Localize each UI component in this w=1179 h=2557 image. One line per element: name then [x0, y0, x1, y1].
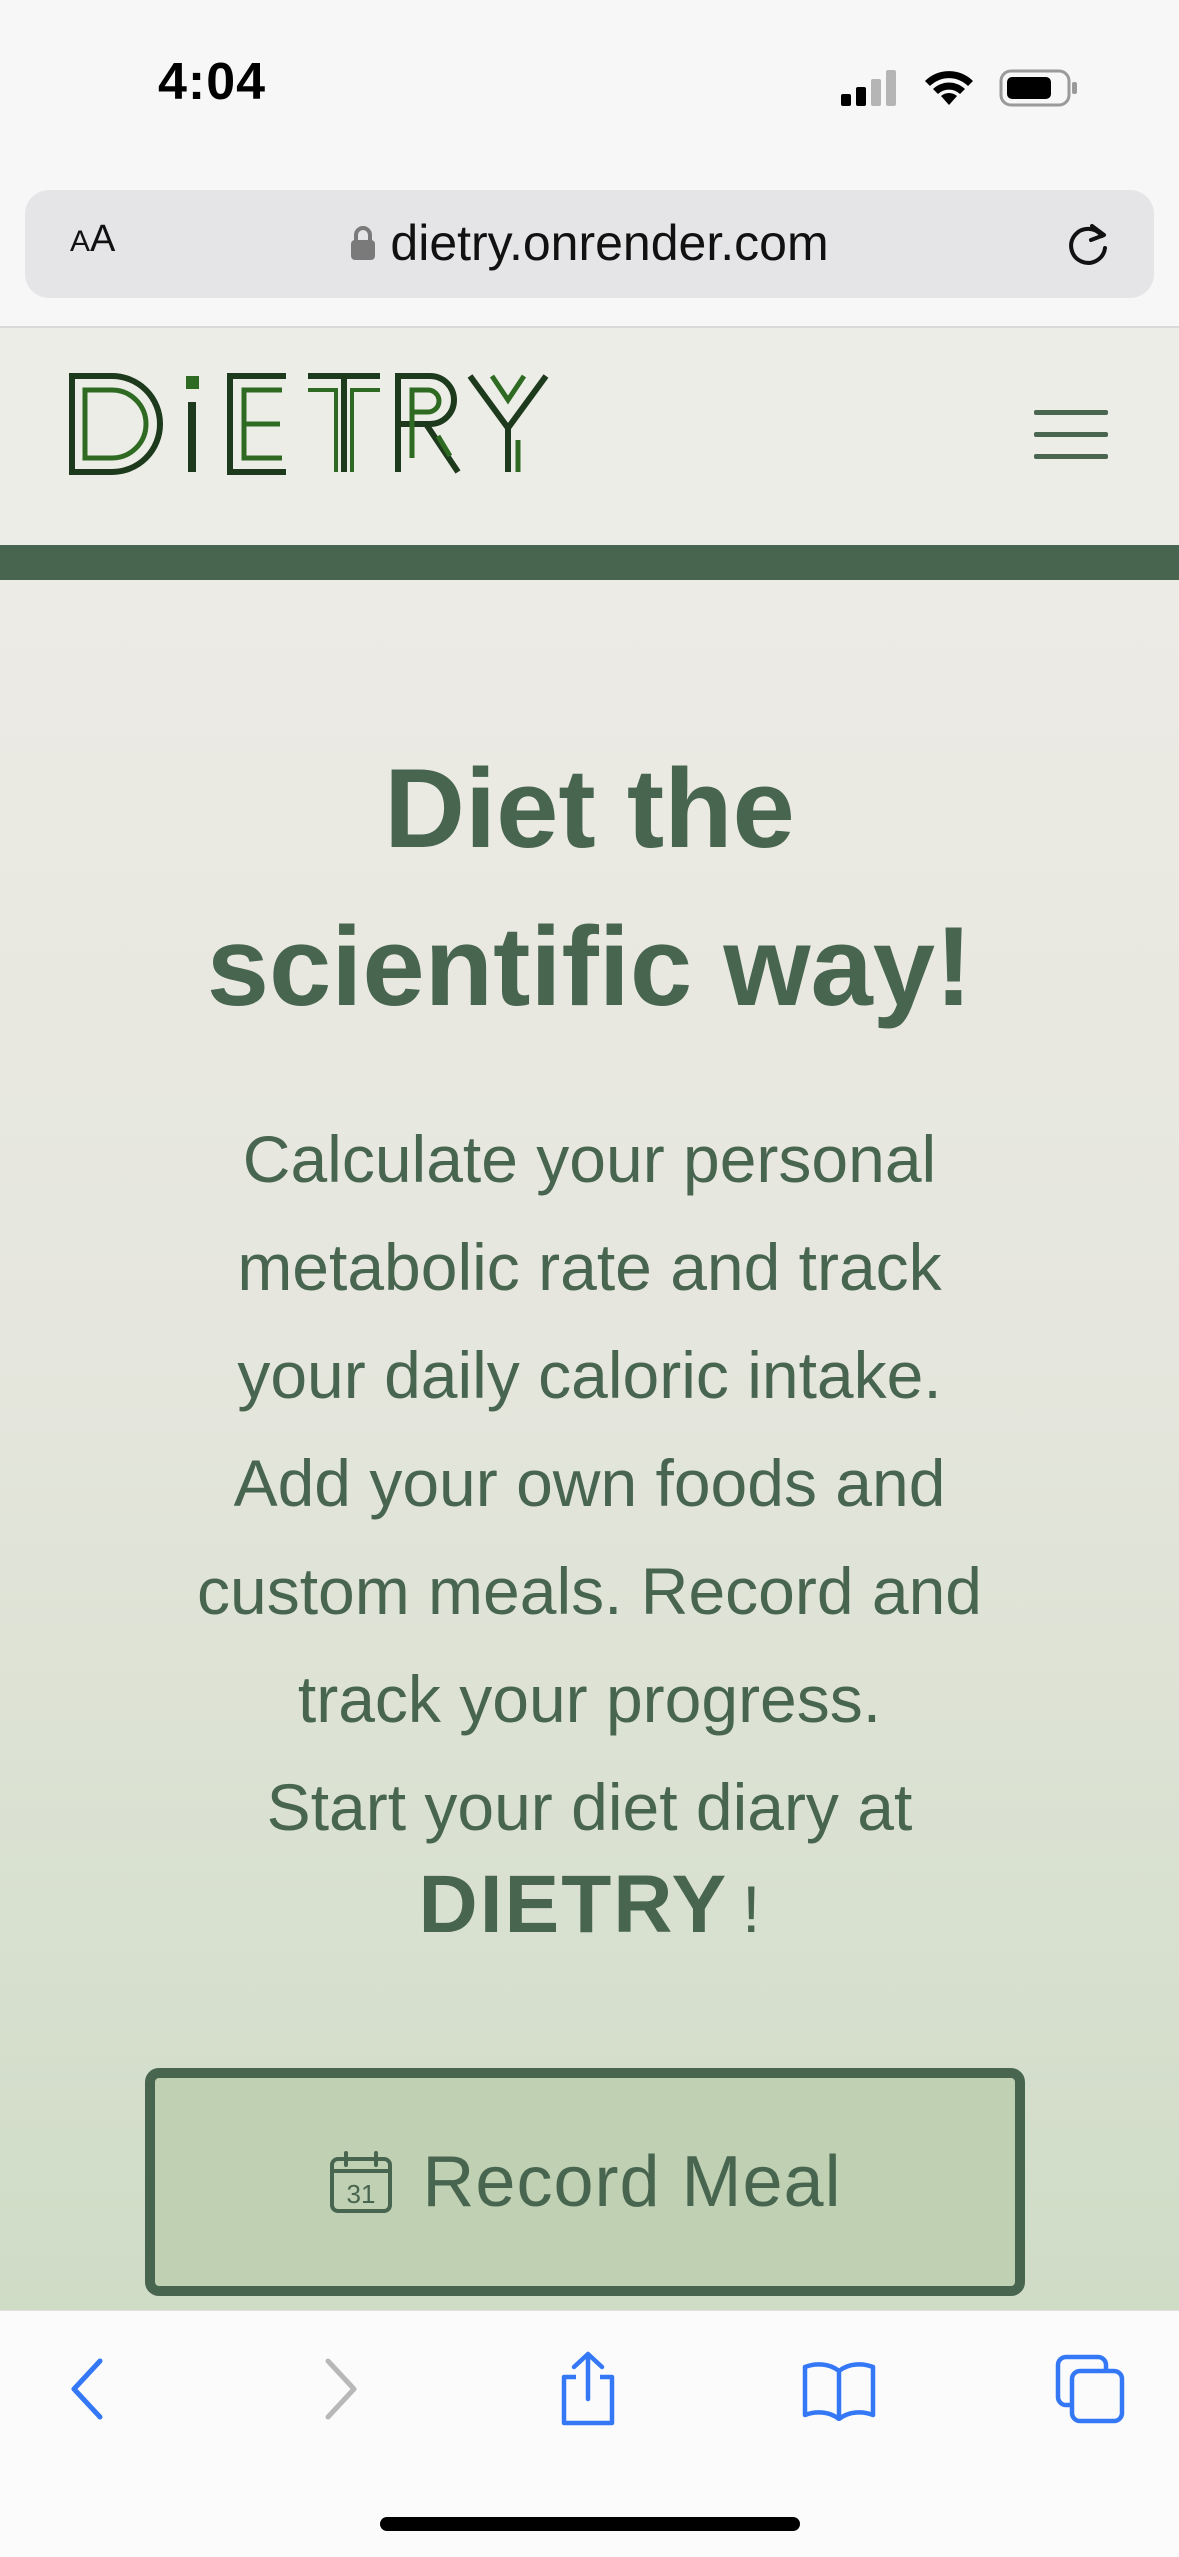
forward-icon: [325, 2358, 357, 2420]
tabs-icon: [1055, 2354, 1125, 2424]
back-button[interactable]: [48, 2349, 128, 2429]
hero-brand: DIETRY: [418, 1859, 729, 1950]
reload-icon[interactable]: [1062, 218, 1114, 270]
status-bar: 4:04: [0, 0, 1179, 180]
calendar-icon: 31: [330, 2151, 393, 2213]
cellular-signal-icon: [841, 70, 896, 106]
home-indicator: [380, 2517, 800, 2531]
status-time: 4:04: [158, 53, 267, 111]
bookmarks-button[interactable]: [799, 2349, 879, 2429]
tabs-button[interactable]: [1050, 2349, 1130, 2429]
url-text: dietry.onrender.com: [390, 215, 829, 271]
back-icon: [71, 2358, 103, 2420]
lock-icon: [351, 225, 376, 260]
record-meal-label: Record Meal: [422, 2142, 842, 2222]
bookmarks-icon: [802, 2362, 876, 2421]
header-accent-band: [0, 545, 1179, 580]
address-bar[interactable]: AA dietry.onrender.com: [25, 190, 1154, 298]
url-display[interactable]: dietry.onrender.com: [25, 214, 1154, 272]
share-icon: [561, 2351, 615, 2426]
share-button[interactable]: [548, 2349, 628, 2429]
forward-button[interactable]: [300, 2349, 380, 2429]
hamburger-menu-icon[interactable]: [1034, 410, 1108, 462]
wifi-icon: [925, 71, 973, 105]
dietry-logo[interactable]: [68, 370, 558, 485]
hero-brand-line: DIETRY!: [418, 1859, 761, 1950]
hero-description: Calculate your personal metabolic rate a…: [196, 1122, 982, 1844]
svg-text:31: 31: [347, 2179, 376, 2209]
battery-icon: [999, 69, 1077, 107]
hero-section: Diet the scientific way! Calculate your …: [0, 580, 1179, 2310]
browser-toolbar: [0, 2310, 1179, 2557]
status-icons: [841, 64, 1079, 112]
record-meal-button[interactable]: 31 Record Meal: [145, 2068, 1025, 2296]
hero-title: Diet the scientific way!: [206, 746, 973, 1029]
